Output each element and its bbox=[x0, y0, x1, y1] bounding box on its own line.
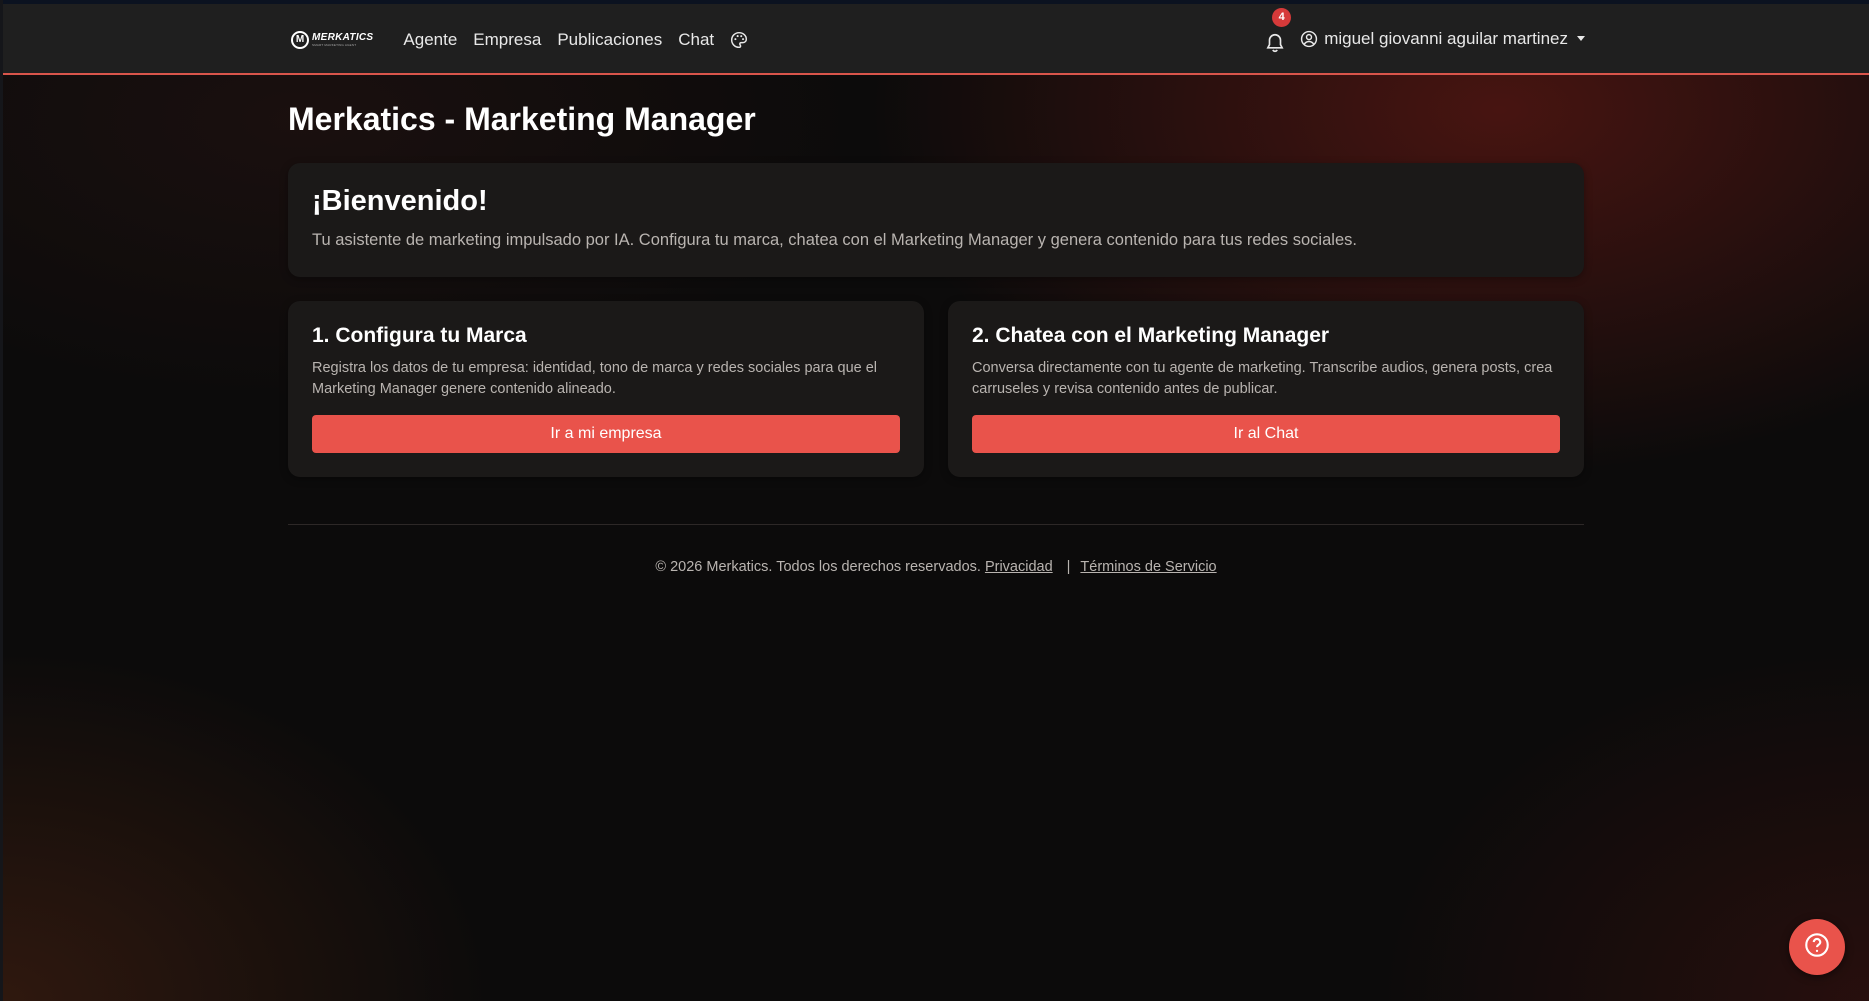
welcome-text: Tu asistente de marketing impulsado por … bbox=[312, 231, 1357, 249]
step-description: Conversa directamente con tu agente de m… bbox=[972, 360, 1553, 397]
footer: © 2026 Merkatics. Todos los derechos res… bbox=[288, 559, 1584, 575]
logo-text: MERKATICS SMART MARKETING AGENT bbox=[312, 31, 374, 47]
user-name: miguel giovanni aguilar martinez bbox=[1324, 28, 1568, 48]
main-nav: Agente Empresa Publicaciones Chat bbox=[403, 30, 748, 50]
step-title: 1. Configura tu Marca bbox=[312, 324, 527, 347]
footer-divider bbox=[288, 524, 1584, 525]
logo-mark: M bbox=[291, 30, 309, 49]
brand-logo[interactable]: M MERKATICS SMART MARKETING AGENT bbox=[291, 28, 373, 52]
step-title: 2. Chatea con el Marketing Manager bbox=[972, 324, 1330, 347]
help-button[interactable] bbox=[1789, 919, 1845, 975]
logo-tagline: SMART MARKETING AGENT bbox=[312, 42, 357, 47]
nav-link-chat[interactable]: Chat bbox=[678, 30, 714, 50]
palette-icon[interactable] bbox=[730, 31, 748, 49]
copyright-text: © 2026 Merkatics. Todos los derechos res… bbox=[655, 559, 981, 575]
nav-link-empresa[interactable]: Empresa bbox=[473, 30, 541, 50]
window-left-edge bbox=[0, 0, 3, 1001]
user-menu-toggle[interactable]: miguel giovanni aguilar martinez bbox=[1300, 29, 1585, 49]
user-circle-icon bbox=[1300, 30, 1318, 48]
terms-link[interactable]: Términos de Servicio bbox=[1080, 559, 1216, 575]
question-icon bbox=[1804, 932, 1830, 963]
go-to-company-button[interactable]: Ir a mi empresa bbox=[312, 415, 900, 453]
navbar-inner: M MERKATICS SMART MARKETING AGENT Agente… bbox=[291, 4, 1585, 75]
step-card-brand: 1. Configura tu Marca Registra los datos… bbox=[288, 301, 924, 477]
nav-link-agente[interactable]: Agente bbox=[403, 30, 457, 50]
privacy-link[interactable]: Privacidad bbox=[985, 559, 1053, 575]
navbar-right: 4 miguel giovanni aguilar martinez bbox=[1264, 4, 1585, 75]
bell-icon bbox=[1264, 33, 1286, 58]
chevron-down-icon bbox=[1577, 36, 1585, 41]
navbar: M MERKATICS SMART MARKETING AGENT Agente… bbox=[3, 4, 1869, 75]
nav-link-publicaciones[interactable]: Publicaciones bbox=[557, 30, 662, 50]
go-to-chat-button[interactable]: Ir al Chat bbox=[972, 415, 1560, 453]
step-card-chat: 2. Chatea con el Marketing Manager Conve… bbox=[948, 301, 1584, 477]
footer-separator: | bbox=[1066, 559, 1071, 575]
welcome-title: ¡Bienvenido! bbox=[312, 185, 488, 217]
notification-count-badge: 4 bbox=[1272, 7, 1292, 27]
step-description: Registra los datos de tu empresa: identi… bbox=[312, 360, 878, 397]
notifications-button[interactable]: 4 bbox=[1264, 7, 1292, 58]
page-title: Merkatics - Marketing Manager bbox=[288, 101, 756, 137]
logo-word: MERKATICS bbox=[312, 31, 374, 43]
welcome-card: ¡Bienvenido! Tu asistente de marketing i… bbox=[288, 163, 1584, 277]
